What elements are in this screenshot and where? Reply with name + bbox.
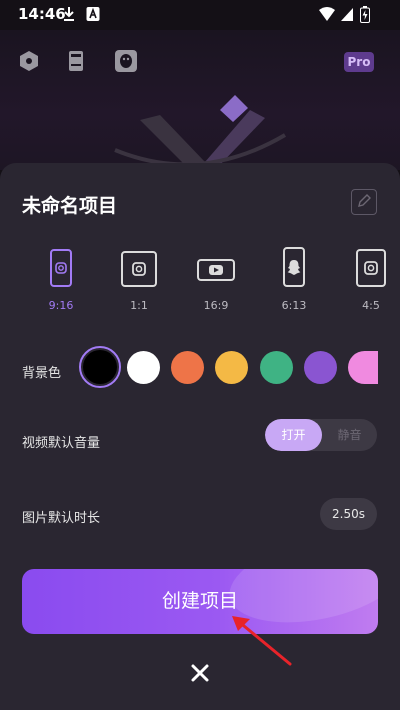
create-project-label: 创建项目 bbox=[161, 590, 238, 612]
instagram-icon bbox=[121, 251, 157, 287]
volume-toggle: 打开 静音 bbox=[265, 419, 377, 451]
instagram-icon bbox=[356, 249, 386, 287]
ratio-option-9-16[interactable]: 9:16 bbox=[31, 245, 91, 312]
ratio-option-4-5[interactable]: 4:5 bbox=[341, 245, 400, 312]
phone-icon[interactable] bbox=[68, 50, 84, 76]
project-title[interactable]: 未命名项目 bbox=[22, 191, 117, 218]
battery-icon bbox=[360, 6, 370, 27]
image-duration-label: 图片默认时长 bbox=[22, 511, 101, 526]
youtube-icon bbox=[197, 259, 235, 281]
color-swatch-yellow[interactable] bbox=[215, 351, 248, 384]
snapchat-icon bbox=[283, 247, 305, 287]
aspect-ratio-list: 9:16 1:1 16:9 6:13 4:5 bbox=[0, 245, 400, 320]
ratio-option-16-9[interactable]: 16:9 bbox=[186, 245, 246, 312]
create-project-button[interactable]: 创建项目 bbox=[22, 569, 378, 634]
ratio-option-1-1[interactable]: 1:1 bbox=[109, 245, 169, 312]
color-swatch-orange[interactable] bbox=[171, 351, 204, 384]
pencil-icon bbox=[352, 194, 375, 217]
ratio-label: 6:13 bbox=[281, 299, 307, 312]
signal-icon bbox=[340, 6, 354, 26]
ratio-label: 9:16 bbox=[48, 299, 74, 312]
swatch-fill bbox=[83, 350, 117, 384]
edit-title-button[interactable] bbox=[351, 189, 377, 215]
color-swatch-black[interactable] bbox=[79, 346, 121, 388]
hexagon-icon[interactable] bbox=[19, 50, 39, 76]
ratio-label: 4:5 bbox=[362, 299, 380, 312]
volume-on-option[interactable]: 打开 bbox=[265, 419, 322, 451]
ratio-option-6-13[interactable]: 6:13 bbox=[264, 245, 324, 312]
color-swatch-white[interactable] bbox=[127, 351, 160, 384]
color-swatch-pink[interactable] bbox=[348, 351, 378, 384]
background-color-label: 背景色 bbox=[22, 366, 62, 381]
volume-mute-option[interactable]: 静音 bbox=[322, 419, 377, 451]
video-volume-label: 视频默认音量 bbox=[22, 436, 101, 451]
qq-icon[interactable] bbox=[115, 50, 137, 76]
instagram-icon bbox=[50, 249, 72, 287]
color-swatch-purple[interactable] bbox=[304, 351, 337, 384]
status-time: 14:46 bbox=[18, 5, 66, 23]
color-swatch-green[interactable] bbox=[260, 351, 293, 384]
close-button[interactable] bbox=[186, 659, 214, 687]
red-arrow-annotation bbox=[228, 612, 294, 672]
ratio-label: 1:1 bbox=[130, 299, 148, 312]
wifi-icon bbox=[318, 6, 336, 26]
close-icon bbox=[186, 664, 214, 691]
app-logo-art bbox=[110, 90, 290, 174]
image-duration-value[interactable]: 2.50s bbox=[320, 498, 377, 530]
download-icon bbox=[62, 6, 76, 26]
pro-badge[interactable]: Pro bbox=[344, 52, 374, 72]
a-badge-icon bbox=[86, 6, 100, 26]
ratio-label: 16:9 bbox=[203, 299, 229, 312]
status-bar: 14:46 bbox=[0, 0, 400, 30]
